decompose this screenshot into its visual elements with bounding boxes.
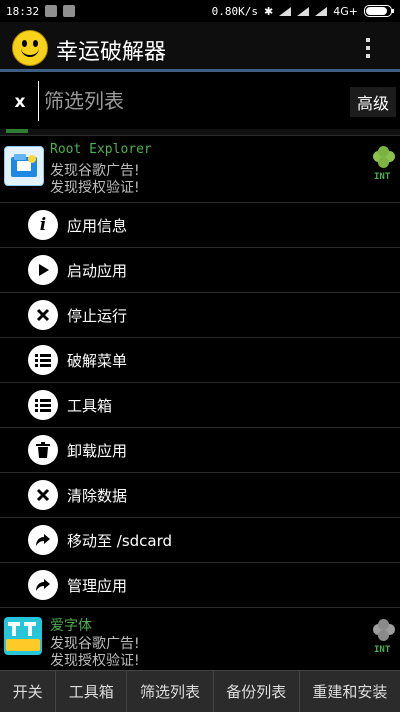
toolbar-switch-button[interactable]: 开关 bbox=[0, 671, 57, 712]
menu-item-toolbox[interactable]: 工具箱 bbox=[0, 383, 400, 428]
bottom-toolbar: 开关 工具箱 筛选列表 备份列表 重建和安装 bbox=[0, 670, 400, 712]
search-bar: x 高级 bbox=[0, 75, 400, 129]
filter-input[interactable] bbox=[40, 83, 348, 119]
close-icon bbox=[28, 300, 58, 330]
play-icon bbox=[28, 255, 58, 285]
overflow-menu-icon[interactable] bbox=[362, 36, 374, 60]
wechat-icon bbox=[45, 5, 58, 17]
menu-item-clear-data[interactable]: 清除数据 bbox=[0, 473, 400, 518]
root-explorer-icon bbox=[4, 146, 44, 186]
network-speed: 0.80K/s bbox=[211, 4, 259, 18]
notification-icon bbox=[63, 5, 76, 17]
toolbar-toolbox-button[interactable]: 工具箱 bbox=[56, 671, 128, 712]
menu-item-label: 清除数据 bbox=[67, 487, 128, 505]
app-logo-smiley-icon bbox=[12, 30, 48, 66]
share-arrow-icon bbox=[28, 570, 58, 600]
list-icon bbox=[28, 390, 58, 420]
menu-item-label: 移动至 /sdcard bbox=[67, 532, 173, 550]
search-divider bbox=[38, 81, 39, 121]
share-arrow-icon bbox=[28, 525, 58, 555]
toolbar-filter-list-button[interactable]: 筛选列表 bbox=[127, 671, 214, 712]
menu-item-app-info[interactable]: i 应用信息 bbox=[0, 203, 400, 248]
title-underline bbox=[0, 69, 400, 72]
ifont-icon bbox=[4, 617, 42, 655]
menu-item-label: 破解菜单 bbox=[67, 352, 128, 370]
battery-icon bbox=[364, 5, 394, 17]
bluetooth-icon: ✱ bbox=[264, 4, 274, 18]
menu-item-label: 停止运行 bbox=[67, 307, 128, 325]
signal-icon-3 bbox=[315, 6, 328, 16]
menu-item-label: 卸载应用 bbox=[67, 442, 128, 460]
app-name: 爱字体 bbox=[50, 618, 92, 634]
menu-item-label: 应用信息 bbox=[67, 217, 128, 235]
signal-icon bbox=[279, 6, 292, 16]
app-name: Root Explorer bbox=[50, 142, 152, 157]
status-bar: 18:32 0.80K/s ✱ 4G+ bbox=[0, 0, 400, 22]
app-status-line-2: 发现授权验证! bbox=[50, 180, 140, 196]
app-title: 幸运破解器 bbox=[56, 40, 167, 65]
list-item-partial[interactable] bbox=[0, 129, 400, 136]
title-bar: 幸运破解器 bbox=[0, 22, 400, 72]
advanced-button[interactable]: 高级 bbox=[350, 87, 396, 117]
menu-item-launch-app[interactable]: 启动应用 bbox=[0, 248, 400, 293]
app-status-line-2: 发现授权验证! bbox=[50, 653, 140, 669]
clover-icon bbox=[373, 146, 395, 168]
close-icon bbox=[28, 480, 58, 510]
clover-icon bbox=[373, 619, 395, 641]
menu-item-stop-app[interactable]: 停止运行 bbox=[0, 293, 400, 338]
clear-search-button[interactable]: x bbox=[6, 87, 34, 117]
info-icon: i bbox=[28, 210, 58, 240]
toolbar-backup-list-button[interactable]: 备份列表 bbox=[214, 671, 300, 712]
status-badge: INT bbox=[374, 645, 391, 655]
trash-icon bbox=[28, 435, 58, 465]
menu-item-label: 工具箱 bbox=[67, 397, 113, 415]
signal-icon-2 bbox=[297, 6, 310, 16]
menu-item-uninstall[interactable]: 卸载应用 bbox=[0, 428, 400, 473]
menu-item-label: 启动应用 bbox=[67, 262, 128, 280]
status-badge: INT bbox=[374, 172, 391, 182]
list-icon bbox=[28, 345, 58, 375]
menu-item-move-to-sdcard[interactable]: 移动至 /sdcard bbox=[0, 518, 400, 563]
network-type: 4G+ bbox=[333, 4, 358, 18]
menu-item-manage-app[interactable]: 管理应用 bbox=[0, 563, 400, 608]
toolbar-rebuild-install-button[interactable]: 重建和安装 bbox=[300, 671, 400, 712]
list-item-app[interactable]: 爱字体 发现谷歌广告! 发现授权验证! INT bbox=[0, 609, 400, 669]
menu-item-patch-menu[interactable]: 破解菜单 bbox=[0, 338, 400, 383]
menu-item-label: 管理应用 bbox=[67, 577, 128, 595]
list-item-app[interactable]: Root Explorer 发现谷歌广告! 发现授权验证! INT bbox=[0, 136, 400, 203]
status-time: 18:32 bbox=[6, 4, 40, 18]
